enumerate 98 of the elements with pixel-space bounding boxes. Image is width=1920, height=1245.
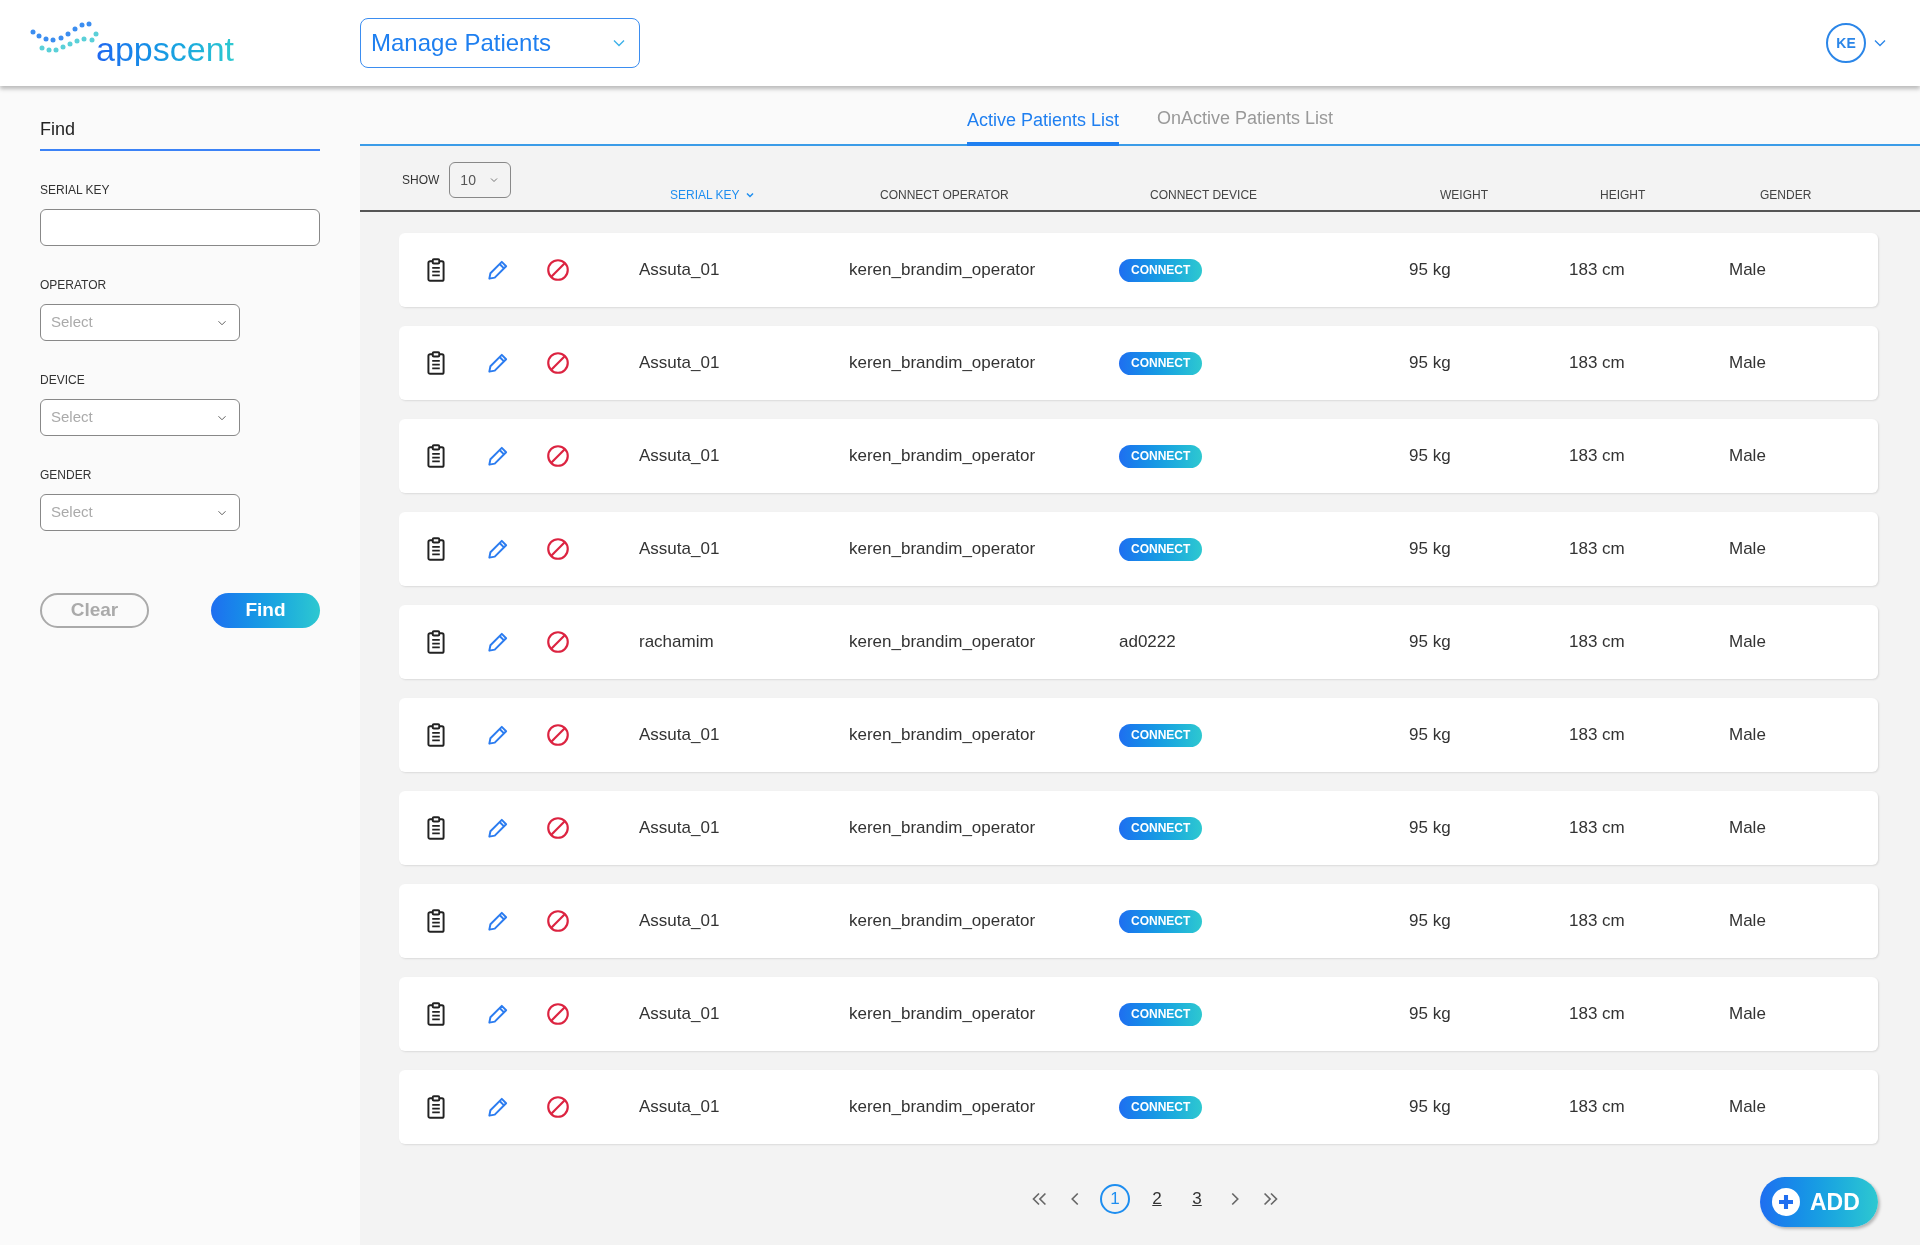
table-cell-text: keren_brandim_operator [849,445,1036,468]
table-cell-text: 95 kg [1409,817,1451,840]
table-cell-text: keren_brandim_operator [849,631,1036,654]
table-cell-text: Male [1729,445,1766,468]
table-cell-text: keren_brandim_operator [849,817,1036,840]
connect-button[interactable]: CONNECT [1119,537,1203,561]
column-header[interactable]: GENDER [1760,186,1860,204]
module-dropdown[interactable]: Manage Patients [360,18,640,68]
table-cell-text: Assuta_01 [639,817,720,840]
connect-button[interactable]: CONNECT [1119,723,1203,747]
table-cell-text: Male [1729,724,1766,747]
table-cell-text: keren_brandim_operator [849,538,1036,561]
table-cell-text: Male [1729,631,1766,654]
table-cell-text: Assuta_01 [639,1003,720,1026]
table-cell-text: rachamim [639,631,714,654]
page-size-dropdown[interactable]: 10 [449,162,512,198]
ban-icon[interactable] [545,1001,571,1027]
table-cell-text: 95 kg [1409,631,1451,654]
table-cell-text: Assuta_01 [639,445,720,468]
table-cell-text: Assuta_01 [639,538,720,561]
connect-button[interactable]: CONNECT [1119,816,1203,840]
column-header[interactable]: CONNECT DEVICE [1150,186,1440,204]
connect-button[interactable]: CONNECT [1119,351,1203,375]
table-cell-text: Male [1729,1003,1766,1026]
table-cell-text: Assuta_01 [639,1096,720,1119]
table-cell-text: Male [1729,910,1766,933]
page-link[interactable]: 1 [1100,1184,1130,1214]
field-label: OPERATOR [40,277,108,294]
connect-button[interactable]: CONNECT [1119,909,1203,933]
field-label: DEVICE [40,372,86,389]
table-cell-text: 95 kg [1409,538,1451,561]
field-label: GENDER [40,467,93,484]
table-cell-text: keren_brandim_operator [849,1096,1036,1119]
table-cell-text: keren_brandim_operator [849,259,1036,282]
table-cell-text: Assuta_01 [639,352,720,375]
table-cell-text: ad0222 [1119,631,1176,654]
table-cell-text: keren_brandim_operator [849,910,1036,933]
column-header[interactable]: CONNECT OPERATOR [880,186,1150,204]
tab[interactable]: Active Patients List [966,107,1119,146]
table-cell-text: Male [1729,259,1766,282]
field-label: SERIAL KEY [40,182,111,199]
connect-button[interactable]: CONNECT [1119,258,1203,282]
ban-icon[interactable] [545,908,571,934]
table-cell-text: Male [1729,352,1766,375]
table-cell-text: 183 cm [1569,445,1625,468]
user-avatar[interactable]: KE [1826,23,1866,63]
ban-icon[interactable] [545,536,571,562]
table-cell-text: 183 cm [1569,1096,1625,1119]
clear-button[interactable]: Clear [40,593,149,628]
table-cell-text: 183 cm [1569,1003,1625,1026]
ban-icon[interactable] [545,1094,571,1120]
connect-button[interactable]: CONNECT [1119,1095,1203,1119]
table-cell-text: 183 cm [1569,910,1625,933]
table-cell-text: Assuta_01 [639,910,720,933]
ban-icon[interactable] [545,815,571,841]
ban-icon[interactable] [545,350,571,376]
table-cell-text: keren_brandim_operator [849,352,1036,375]
select-dropdown[interactable]: Select [40,494,240,531]
table-cell-text: 183 cm [1569,259,1625,282]
table-cell-text: Assuta_01 [639,724,720,747]
select-dropdown[interactable]: Select [40,399,240,436]
table-cell-text: Assuta_01 [639,259,720,282]
table-cell-text: 183 cm [1569,352,1625,375]
column-header[interactable]: HEIGHT [1600,186,1760,204]
table-cell-text: keren_brandim_operator [849,724,1036,747]
table-cell-text: 183 cm [1569,631,1625,654]
table-cell-text: 95 kg [1409,352,1451,375]
table-cell-text: Male [1729,817,1766,840]
tab[interactable]: OnActive Patients List [1157,105,1334,144]
serial-key-input[interactable] [40,209,320,246]
table-cell-text: 95 kg [1409,910,1451,933]
ban-icon[interactable] [545,722,571,748]
table-cell-text: 183 cm [1569,724,1625,747]
plus-icon [1772,1188,1800,1216]
ban-icon[interactable] [545,629,571,655]
table-cell-text: 95 kg [1409,724,1451,747]
connect-button[interactable]: CONNECT [1119,444,1203,468]
table-cell-text: Male [1729,538,1766,561]
table-cell-text: 95 kg [1409,1003,1451,1026]
table-cell-text: 95 kg [1409,259,1451,282]
connect-button[interactable]: CONNECT [1119,1002,1203,1026]
table-cell-text: 183 cm [1569,817,1625,840]
column-header[interactable]: SERIAL KEY [670,186,880,204]
table-cell-text: Male [1729,1096,1766,1119]
table-cell-text: keren_brandim_operator [849,1003,1036,1026]
ban-icon[interactable] [545,443,571,469]
show-label: SHOW [402,172,440,189]
ban-icon[interactable] [545,257,571,283]
table-cell-text: 183 cm [1569,538,1625,561]
column-header[interactable]: WEIGHT [1440,186,1600,204]
sidebar-title: Find [40,116,320,151]
select-dropdown[interactable]: Select [40,304,240,341]
add-button[interactable]: ADD [1760,1177,1878,1227]
find-button[interactable]: Find [211,593,320,628]
page-link[interactable]: 3 [1184,1184,1210,1214]
table-cell-text: 95 kg [1409,445,1451,468]
page-link[interactable]: 2 [1144,1184,1170,1214]
table-cell-text: 95 kg [1409,1096,1451,1119]
